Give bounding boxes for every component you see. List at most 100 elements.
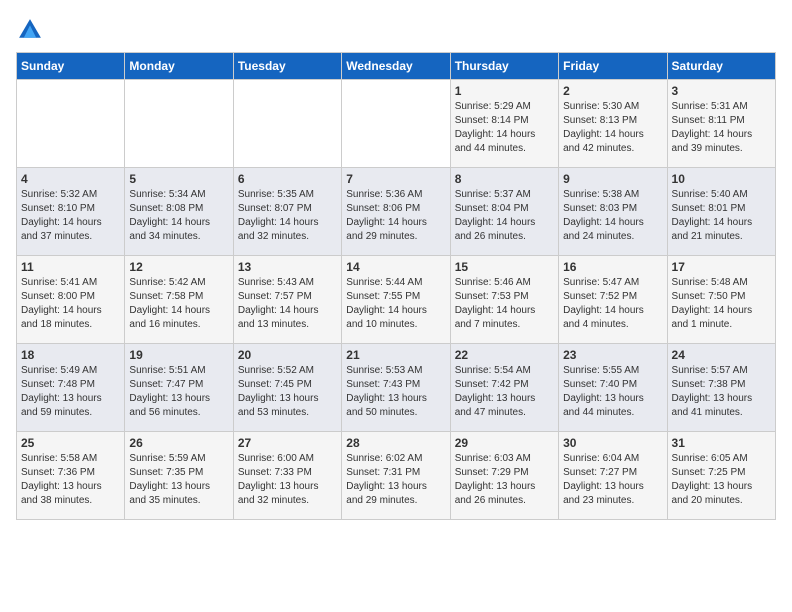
calendar-cell: 26 Sunrise: 5:59 AM Sunset: 7:35 PM Dayli…: [125, 432, 233, 520]
cell-content: Sunrise: 6:04 AM Sunset: 7:27 PM Dayligh…: [563, 452, 662, 508]
cell-content: Sunrise: 5:42 AM Sunset: 7:58 PM Dayligh…: [129, 276, 228, 332]
calendar-cell: [17, 80, 125, 168]
calendar-cell: 21 Sunrise: 5:53 AM Sunset: 7:43 PM Dayli…: [342, 344, 450, 432]
day-number: 27: [238, 436, 337, 450]
calendar-cell: 25 Sunrise: 5:58 AM Sunset: 7:36 PM Dayli…: [17, 432, 125, 520]
day-number: 18: [21, 348, 120, 362]
calendar-cell: 3 Sunrise: 5:31 AM Sunset: 8:11 PM Daylig…: [667, 80, 775, 168]
day-number: 17: [672, 260, 771, 274]
day-number: 25: [21, 436, 120, 450]
calendar-cell: 19 Sunrise: 5:51 AM Sunset: 7:47 PM Dayli…: [125, 344, 233, 432]
day-number: 26: [129, 436, 228, 450]
cell-content: Sunrise: 5:41 AM Sunset: 8:00 PM Dayligh…: [21, 276, 120, 332]
day-number: 3: [672, 84, 771, 98]
calendar-cell: [125, 80, 233, 168]
cell-content: Sunrise: 5:34 AM Sunset: 8:08 PM Dayligh…: [129, 188, 228, 244]
calendar-cell: 1Sunrise: 5:29 AM Sunset: 8:14 PM Daylig…: [450, 80, 558, 168]
cell-content: Sunrise: 5:47 AM Sunset: 7:52 PM Dayligh…: [563, 276, 662, 332]
calendar-cell: 15 Sunrise: 5:46 AM Sunset: 7:53 PM Dayli…: [450, 256, 558, 344]
calendar-cell: 20 Sunrise: 5:52 AM Sunset: 7:45 PM Dayli…: [233, 344, 341, 432]
cell-content: Sunrise: 5:46 AM Sunset: 7:53 PM Dayligh…: [455, 276, 554, 332]
cell-content: Sunrise: 5:29 AM Sunset: 8:14 PM Dayligh…: [455, 100, 554, 156]
day-number: 29: [455, 436, 554, 450]
cell-content: Sunrise: 5:54 AM Sunset: 7:42 PM Dayligh…: [455, 364, 554, 420]
calendar-cell: 27Sunrise: 6:00 AM Sunset: 7:33 PM Dayli…: [233, 432, 341, 520]
header-saturday: Saturday: [667, 53, 775, 80]
cell-content: Sunrise: 5:59 AM Sunset: 7:35 PM Dayligh…: [129, 452, 228, 508]
calendar-week-row: 11Sunrise: 5:41 AM Sunset: 8:00 PM Dayli…: [17, 256, 776, 344]
cell-content: Sunrise: 6:03 AM Sunset: 7:29 PM Dayligh…: [455, 452, 554, 508]
header-tuesday: Tuesday: [233, 53, 341, 80]
day-number: 7: [346, 172, 445, 186]
header-thursday: Thursday: [450, 53, 558, 80]
calendar-cell: 10 Sunrise: 5:40 AM Sunset: 8:01 PM Dayli…: [667, 168, 775, 256]
day-number: 31: [672, 436, 771, 450]
calendar-cell: 18Sunrise: 5:49 AM Sunset: 7:48 PM Dayli…: [17, 344, 125, 432]
calendar-cell: 28 Sunrise: 6:02 AM Sunset: 7:31 PM Dayli…: [342, 432, 450, 520]
calendar-cell: 13Sunrise: 5:43 AM Sunset: 7:57 PM Dayli…: [233, 256, 341, 344]
logo: [16, 16, 48, 44]
day-number: 22: [455, 348, 554, 362]
calendar-week-row: 1Sunrise: 5:29 AM Sunset: 8:14 PM Daylig…: [17, 80, 776, 168]
day-number: 28: [346, 436, 445, 450]
header-friday: Friday: [559, 53, 667, 80]
calendar-cell: 7 Sunrise: 5:36 AM Sunset: 8:06 PM Daylig…: [342, 168, 450, 256]
calendar-cell: 17 Sunrise: 5:48 AM Sunset: 7:50 PM Dayli…: [667, 256, 775, 344]
calendar-cell: 9 Sunrise: 5:38 AM Sunset: 8:03 PM Daylig…: [559, 168, 667, 256]
calendar-table: SundayMondayTuesdayWednesdayThursdayFrid…: [16, 52, 776, 520]
cell-content: Sunrise: 5:35 AM Sunset: 8:07 PM Dayligh…: [238, 188, 337, 244]
cell-content: Sunrise: 5:36 AM Sunset: 8:06 PM Dayligh…: [346, 188, 445, 244]
day-number: 16: [563, 260, 662, 274]
cell-content: Sunrise: 5:32 AM Sunset: 8:10 PM Dayligh…: [21, 188, 120, 244]
calendar-week-row: 25 Sunrise: 5:58 AM Sunset: 7:36 PM Dayli…: [17, 432, 776, 520]
calendar-cell: 22 Sunrise: 5:54 AM Sunset: 7:42 PM Dayli…: [450, 344, 558, 432]
calendar-cell: 12 Sunrise: 5:42 AM Sunset: 7:58 PM Dayli…: [125, 256, 233, 344]
header-monday: Monday: [125, 53, 233, 80]
calendar-cell: [233, 80, 341, 168]
day-number: 15: [455, 260, 554, 274]
day-number: 13: [238, 260, 337, 274]
cell-content: Sunrise: 5:51 AM Sunset: 7:47 PM Dayligh…: [129, 364, 228, 420]
page-header: [16, 16, 776, 44]
calendar-cell: 29 Sunrise: 6:03 AM Sunset: 7:29 PM Dayli…: [450, 432, 558, 520]
cell-content: Sunrise: 5:57 AM Sunset: 7:38 PM Dayligh…: [672, 364, 771, 420]
cell-content: Sunrise: 5:48 AM Sunset: 7:50 PM Dayligh…: [672, 276, 771, 332]
calendar-cell: 24Sunrise: 5:57 AM Sunset: 7:38 PM Dayli…: [667, 344, 775, 432]
calendar-cell: [342, 80, 450, 168]
day-number: 6: [238, 172, 337, 186]
day-number: 9: [563, 172, 662, 186]
cell-content: Sunrise: 5:53 AM Sunset: 7:43 PM Dayligh…: [346, 364, 445, 420]
day-number: 30: [563, 436, 662, 450]
cell-content: Sunrise: 6:05 AM Sunset: 7:25 PM Dayligh…: [672, 452, 771, 508]
day-number: 10: [672, 172, 771, 186]
calendar-cell: 14Sunrise: 5:44 AM Sunset: 7:55 PM Dayli…: [342, 256, 450, 344]
cell-content: Sunrise: 5:55 AM Sunset: 7:40 PM Dayligh…: [563, 364, 662, 420]
cell-content: Sunrise: 6:02 AM Sunset: 7:31 PM Dayligh…: [346, 452, 445, 508]
cell-content: Sunrise: 5:52 AM Sunset: 7:45 PM Dayligh…: [238, 364, 337, 420]
header-wednesday: Wednesday: [342, 53, 450, 80]
cell-content: Sunrise: 5:37 AM Sunset: 8:04 PM Dayligh…: [455, 188, 554, 244]
calendar-week-row: 4 Sunrise: 5:32 AM Sunset: 8:10 PM Daylig…: [17, 168, 776, 256]
day-number: 5: [129, 172, 228, 186]
day-number: 12: [129, 260, 228, 274]
cell-content: Sunrise: 5:44 AM Sunset: 7:55 PM Dayligh…: [346, 276, 445, 332]
cell-content: Sunrise: 5:38 AM Sunset: 8:03 PM Dayligh…: [563, 188, 662, 244]
calendar-cell: 6 Sunrise: 5:35 AM Sunset: 8:07 PM Daylig…: [233, 168, 341, 256]
day-number: 20: [238, 348, 337, 362]
calendar-header-row: SundayMondayTuesdayWednesdayThursdayFrid…: [17, 53, 776, 80]
calendar-cell: 31 Sunrise: 6:05 AM Sunset: 7:25 PM Dayli…: [667, 432, 775, 520]
cell-content: Sunrise: 5:58 AM Sunset: 7:36 PM Dayligh…: [21, 452, 120, 508]
day-number: 19: [129, 348, 228, 362]
header-sunday: Sunday: [17, 53, 125, 80]
calendar-week-row: 18Sunrise: 5:49 AM Sunset: 7:48 PM Dayli…: [17, 344, 776, 432]
day-number: 4: [21, 172, 120, 186]
calendar-cell: 8Sunrise: 5:37 AM Sunset: 8:04 PM Daylig…: [450, 168, 558, 256]
cell-content: Sunrise: 5:40 AM Sunset: 8:01 PM Dayligh…: [672, 188, 771, 244]
calendar-cell: 30 Sunrise: 6:04 AM Sunset: 7:27 PM Dayli…: [559, 432, 667, 520]
calendar-cell: 23Sunrise: 5:55 AM Sunset: 7:40 PM Dayli…: [559, 344, 667, 432]
calendar-cell: 4 Sunrise: 5:32 AM Sunset: 8:10 PM Daylig…: [17, 168, 125, 256]
calendar-cell: 16 Sunrise: 5:47 AM Sunset: 7:52 PM Dayli…: [559, 256, 667, 344]
cell-content: Sunrise: 5:31 AM Sunset: 8:11 PM Dayligh…: [672, 100, 771, 156]
day-number: 21: [346, 348, 445, 362]
calendar-cell: 2Sunrise: 5:30 AM Sunset: 8:13 PM Daylig…: [559, 80, 667, 168]
